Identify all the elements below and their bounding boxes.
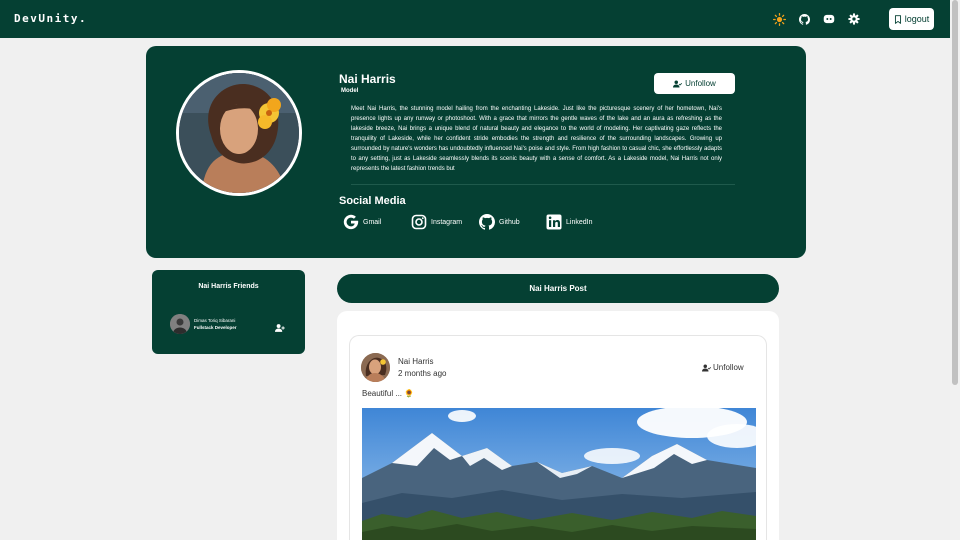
social-label-gmail: Gmail xyxy=(363,218,382,226)
profile-card: Nai Harris Model Unfollow Meet Nai Harri… xyxy=(146,46,806,258)
gear-icon[interactable] xyxy=(847,12,861,26)
user-check-icon xyxy=(702,364,711,371)
social-media-title: Social Media xyxy=(339,195,406,207)
post-timestamp: 2 months ago xyxy=(398,369,447,378)
posts-container: Nai Harris 2 months ago Unfollow Beautif… xyxy=(337,311,779,540)
github-icon[interactable] xyxy=(797,12,811,26)
add-friend-icon[interactable] xyxy=(275,320,285,332)
brand-logo[interactable]: DevUnity. xyxy=(14,12,87,25)
unfollow-label: Unfollow xyxy=(685,79,716,88)
profile-bio: Meet Nai Harris, the stunning model hail… xyxy=(351,106,722,172)
social-label-linkedin: LinkedIn xyxy=(566,218,593,226)
post-unfollow-label: Unfollow xyxy=(713,363,744,372)
bookmark-icon xyxy=(894,14,901,24)
friend-role: Fullstack Developer xyxy=(194,325,237,330)
profile-role: Model xyxy=(341,88,359,94)
friends-title: Nai Harris Friends xyxy=(198,283,259,290)
sun-icon[interactable] xyxy=(772,12,786,26)
social-link-github[interactable]: Github xyxy=(479,212,520,232)
bio-divider xyxy=(351,184,735,185)
profile-avatar xyxy=(176,70,302,196)
social-link-gmail[interactable]: Gmail xyxy=(343,212,381,232)
profile-name: Nai Harris xyxy=(339,72,396,86)
social-label-github: Github xyxy=(499,218,520,226)
post-image-mountains[interactable] xyxy=(362,408,756,540)
google-icon xyxy=(343,214,359,230)
friends-card: Nai Harris Friends Dimas Toriq Sibarani … xyxy=(152,270,305,354)
top-navbar: DevUnity. logout xyxy=(0,0,950,38)
post-author-name[interactable]: Nai Harris xyxy=(398,357,434,366)
posts-header: Nai Harris Post xyxy=(337,274,779,303)
discord-icon[interactable] xyxy=(822,12,836,26)
logout-button[interactable]: logout xyxy=(889,8,934,30)
github-icon xyxy=(479,214,495,230)
user-check-icon xyxy=(673,80,683,87)
logout-label: logout xyxy=(904,14,930,24)
post-card: Nai Harris 2 months ago Unfollow Beautif… xyxy=(349,335,767,540)
post-unfollow-button[interactable]: Unfollow xyxy=(702,363,744,372)
friend-avatar[interactable] xyxy=(170,314,190,334)
instagram-icon xyxy=(411,214,427,230)
post-author-avatar[interactable] xyxy=(361,353,390,382)
linkedin-icon xyxy=(546,214,562,230)
post-caption: Beautiful ... 🌻 xyxy=(362,389,415,398)
friend-name[interactable]: Dimas Toriq Sibarani xyxy=(194,318,235,323)
social-link-linkedin[interactable]: LinkedIn xyxy=(546,212,592,232)
social-link-instagram[interactable]: Instagram xyxy=(411,212,462,232)
page-scrollbar[interactable] xyxy=(950,0,960,540)
unfollow-button[interactable]: Unfollow xyxy=(654,73,735,94)
scrollbar-thumb[interactable] xyxy=(952,0,958,385)
social-label-instagram: Instagram xyxy=(431,218,463,226)
